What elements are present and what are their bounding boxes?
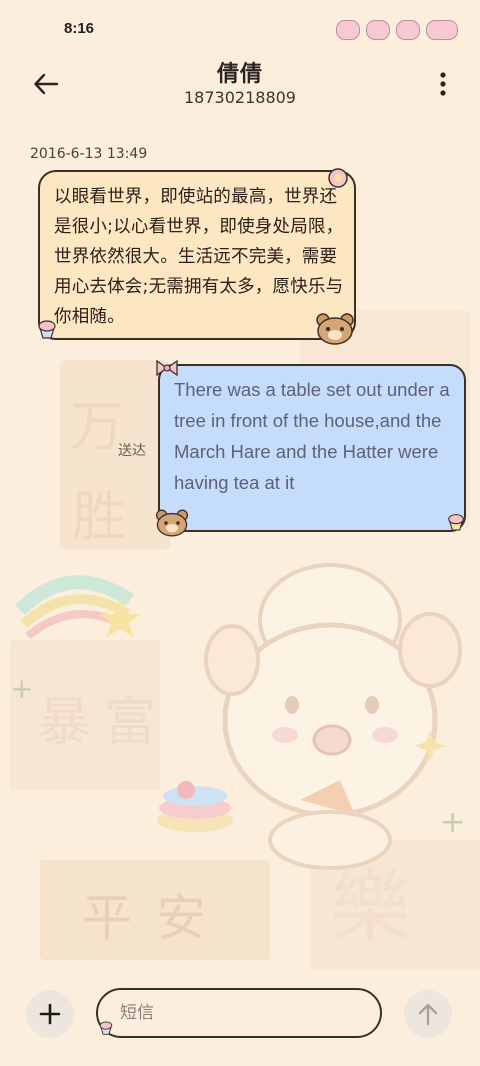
status-icons	[336, 18, 458, 42]
cupcake-sticker-icon	[99, 1021, 113, 1035]
status-sticker-icon	[366, 20, 390, 40]
bear-sticker-icon	[155, 509, 189, 537]
svg-text:+: +	[440, 805, 465, 840]
contact-name: 倩倩	[216, 62, 263, 87]
status-time: 8:16	[64, 20, 95, 37]
cupcake-sticker-icon	[38, 320, 56, 339]
svg-text:富: 富	[104, 693, 156, 753]
delivery-status: 送达	[118, 443, 146, 459]
arrow-up-icon	[418, 1003, 438, 1026]
send-button[interactable]	[404, 990, 452, 1038]
flower-sticker-icon	[328, 168, 348, 188]
more-vertical-icon	[440, 72, 446, 96]
status-sticker-icon	[396, 20, 420, 40]
svg-text:胜: 胜	[72, 485, 126, 548]
svg-text:樂: 樂	[330, 861, 410, 954]
svg-text:安: 安	[156, 889, 206, 947]
battery-icon	[426, 20, 458, 40]
svg-text:平: 平	[82, 889, 132, 947]
bow-sticker-icon	[156, 359, 178, 377]
conversation-header: 倩倩 18730218809	[0, 48, 480, 120]
svg-text:暴: 暴	[38, 693, 90, 753]
incoming-message-bubble[interactable]: 以眼看世界，即使站的最高，世界还是很小;以心看世界，即使身处局限，世界依然很大。…	[38, 170, 356, 340]
add-attachment-button[interactable]	[26, 990, 74, 1038]
plus-icon	[39, 1003, 61, 1025]
message-text: There was a table set out under a tree i…	[174, 379, 450, 493]
cupcake-sticker-icon	[448, 514, 464, 531]
message-composer	[0, 960, 480, 1066]
status-sticker-icon	[336, 20, 360, 40]
message-input[interactable]	[96, 988, 382, 1038]
svg-text:万: 万	[70, 395, 124, 458]
more-options-button[interactable]	[428, 62, 458, 106]
message-timestamp: 2016-6-13 13:49	[30, 146, 148, 162]
message-text: 以眼看世界，即使站的最高，世界还是很小;以心看世界，即使身处局限，世界依然很大。…	[54, 187, 344, 327]
outgoing-message-bubble[interactable]: There was a table set out under a tree i…	[158, 364, 466, 532]
contact-phone-number: 18730218809	[184, 88, 296, 107]
svg-text:+: +	[10, 672, 33, 705]
bear-sticker-icon	[316, 313, 354, 345]
